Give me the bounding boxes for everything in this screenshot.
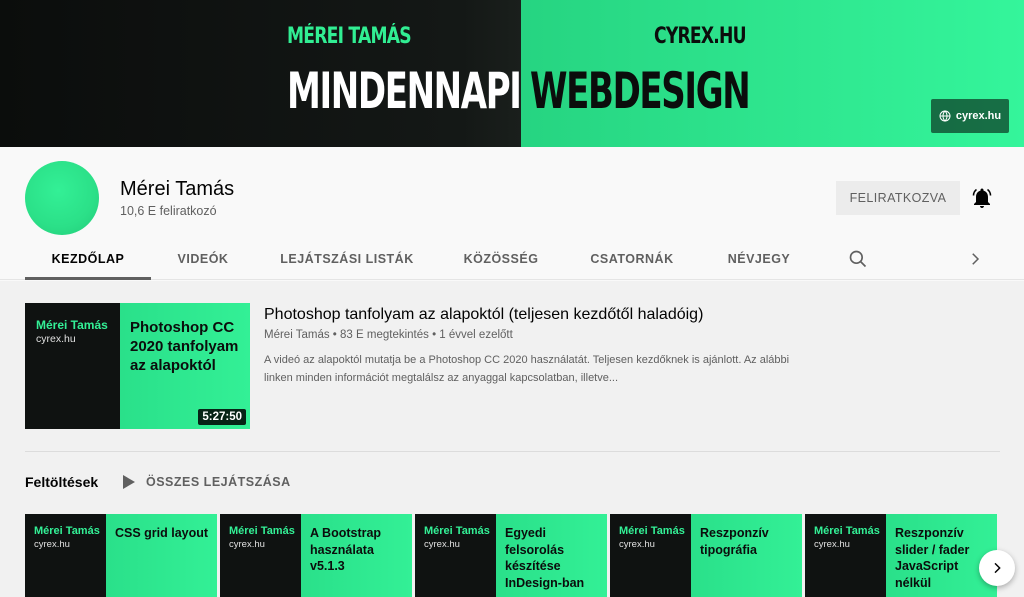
thumbnail-brand: Mérei Tamás (229, 525, 295, 537)
section-divider (25, 451, 1000, 452)
chevron-right-icon[interactable] (966, 250, 984, 268)
bell-icon[interactable] (970, 186, 994, 210)
featured-video-thumbnail[interactable]: Mérei Tamás cyrex.hu Photoshop CC 2020 t… (25, 303, 250, 429)
thumbnail-title: A Bootstrap használata v5.1.3 (310, 526, 382, 573)
tab-community[interactable]: KÖZÖSSÉG (454, 237, 548, 280)
chevron-right-icon (994, 562, 1001, 574)
featured-video-title[interactable]: Photoshop tanfolyam az alapoktól (teljes… (264, 306, 703, 324)
shelf-video-item[interactable]: Mérei Tamás cyrex.hu CSS grid layout (25, 514, 217, 597)
shelf-next-button[interactable] (979, 550, 1015, 586)
thumbnail-brand-sub: cyrex.hu (424, 539, 460, 550)
thumbnail-brand: Mérei Tamás (34, 525, 100, 537)
banner-headline-right: WEBDESIGN (530, 62, 751, 120)
tab-home[interactable]: KEZDŐLAP (25, 237, 151, 280)
thumbnail-brand: Mérei Tamás (619, 525, 685, 537)
search-icon[interactable] (848, 249, 868, 269)
channel-name: Mérei Tamás (120, 178, 235, 200)
play-all-button[interactable]: ÖSSZES LEJÁTSZÁSA (122, 474, 291, 490)
shelf-video-item[interactable]: Mérei Tamás cyrex.hu Reszponzív tipográf… (610, 514, 802, 597)
thumbnail-title: Photoshop CC 2020 tanfolyam az alapoktól (130, 319, 239, 374)
avatar[interactable] (25, 161, 99, 235)
video-duration: 5:27:50 (198, 409, 246, 425)
thumbnail-title: Egyedi felsorolás készítése InDesign-ban (505, 526, 585, 590)
featured-video-description: A videó az alapoktól mutatja be a Photos… (264, 354, 790, 384)
subscriber-count: 10,6 E feliratkozó (120, 204, 217, 218)
tab-playlists[interactable]: LEJÁTSZÁSI LISTÁK (270, 237, 424, 280)
channel-tabs: KEZDŐLAP VIDEÓK LEJÁTSZÁSI LISTÁK KÖZÖSS… (0, 237, 1024, 280)
banner-headline-left: MINDENNAPI (287, 62, 522, 120)
featured-video-meta: Mérei Tamás • 83 E megtekintés • 1 évvel… (264, 329, 513, 341)
thumbnail-title: CSS grid layout (115, 526, 209, 540)
banner-link-label: cyrex.hu (955, 110, 1002, 122)
thumbnail-brand: Mérei Tamás (814, 525, 880, 537)
uploads-shelf-title[interactable]: Feltöltések (25, 474, 98, 490)
thumbnail-brand: Mérei Tamás (36, 318, 108, 332)
thumbnail-title: Reszponzív slider / fader JavaScript nél… (895, 526, 970, 590)
thumbnail-brand-sub: cyrex.hu (619, 539, 655, 550)
subscribe-button[interactable]: FELIRATKOZVA (836, 181, 960, 215)
channel-header: Mérei Tamás 10,6 E feliratkozó FELIRATKO… (0, 147, 1024, 280)
thumbnail-brand-sub: cyrex.hu (36, 333, 76, 345)
play-icon (123, 475, 135, 489)
banner-website-link[interactable]: cyrex.hu (931, 99, 1009, 133)
thumbnail-title: Reszponzív tipográfia (700, 526, 769, 557)
active-tab-indicator (25, 277, 151, 280)
channel-home-content: Mérei Tamás cyrex.hu Photoshop CC 2020 t… (0, 281, 1024, 597)
banner-author-name: MÉREI TAMÁS (287, 24, 412, 49)
shelf-video-item[interactable]: Mérei Tamás cyrex.hu Reszponzív slider /… (805, 514, 997, 597)
globe-icon (939, 110, 951, 122)
tab-about[interactable]: NÉVJEGY (716, 237, 802, 280)
thumbnail-brand-sub: cyrex.hu (814, 539, 850, 550)
tab-videos[interactable]: VIDEÓK (166, 237, 240, 280)
thumbnail-brand-sub: cyrex.hu (229, 539, 265, 550)
tab-channels[interactable]: CSATORNÁK (578, 237, 686, 280)
shelf-video-item[interactable]: Mérei Tamás cyrex.hu A Bootstrap használ… (220, 514, 412, 597)
channel-banner: MÉREI TAMÁS CYREX.HU MINDENNAPI WEBDESIG… (0, 0, 1024, 147)
play-all-label: ÖSSZES LEJÁTSZÁSA (146, 475, 291, 489)
shelf-video-item[interactable]: Mérei Tamás cyrex.hu Egyedi felsorolás k… (415, 514, 607, 597)
thumbnail-brand-sub: cyrex.hu (34, 539, 70, 550)
thumbnail-brand: Mérei Tamás (424, 525, 490, 537)
banner-site-name: CYREX.HU (654, 24, 747, 49)
